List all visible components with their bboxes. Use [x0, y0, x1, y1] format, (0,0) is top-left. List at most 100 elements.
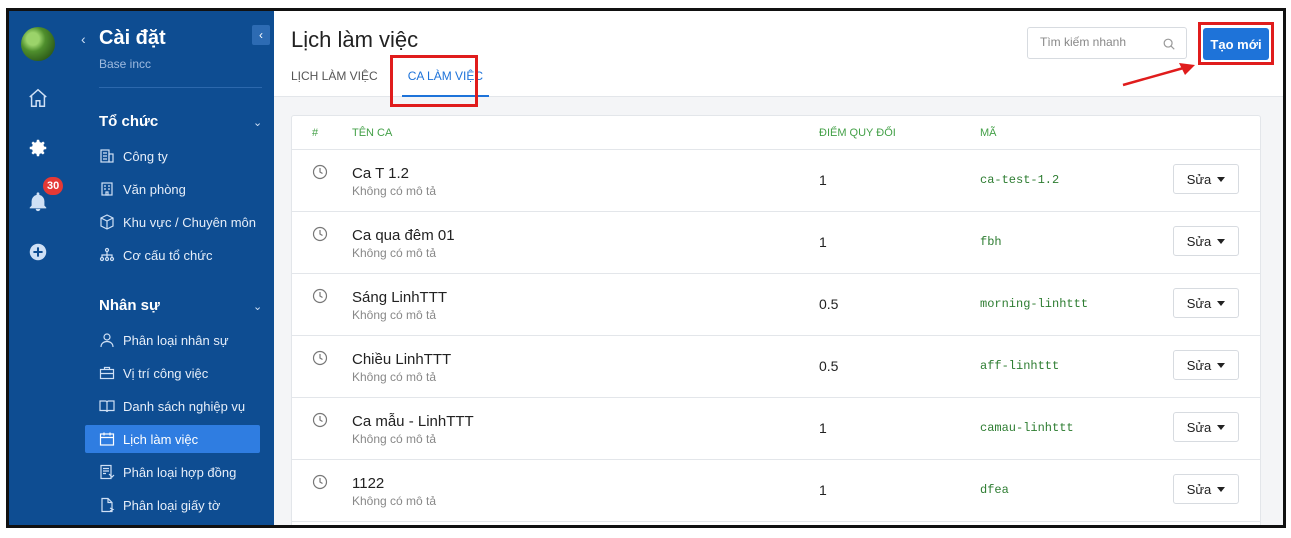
- shift-score: 1: [819, 172, 827, 188]
- bell-icon[interactable]: [27, 191, 49, 213]
- shift-description: Không có mô tả: [352, 370, 437, 384]
- edit-button[interactable]: Sửa: [1173, 226, 1239, 256]
- edit-label: Sửa: [1186, 357, 1212, 373]
- cube-icon: [100, 214, 114, 230]
- column-code: MÃ: [980, 127, 997, 139]
- table-row: Ca mẫu - LinhTTT Không có mô tả 1 camau-…: [292, 398, 1260, 460]
- shift-table: # TÊN CA ĐIỂM QUY ĐỔI MÃ Ca T 1.2 Không …: [291, 115, 1261, 525]
- user-icon: [100, 333, 114, 348]
- table-row: Sáng LinhTTT Không có mô tả 0.5 morning-…: [292, 274, 1260, 336]
- avatar[interactable]: [21, 27, 55, 61]
- caret-down-icon: [1217, 486, 1226, 492]
- clock-icon: [312, 164, 328, 180]
- shift-description: Không có mô tả: [352, 432, 437, 446]
- sidebar-item-label: Cơ cấu tổ chức: [123, 247, 213, 263]
- calendar-icon: [99, 432, 115, 446]
- sidebar-item-label: Lịch làm việc: [123, 431, 199, 447]
- table-row: 1122 Không có mô tả 1 dfea Sửa: [292, 460, 1260, 522]
- briefcase-icon: [99, 366, 115, 380]
- group-to-chuc-header[interactable]: Tổ chức: [99, 113, 158, 130]
- shift-name: Ca T 1.2: [352, 165, 409, 182]
- sidebar-item-label: Phân loại hợp đồng: [123, 464, 237, 480]
- shift-name: Ca mẫu - LinhTTT: [352, 413, 474, 430]
- shift-score: 0.5: [819, 358, 839, 374]
- column-name: TÊN CA: [352, 127, 393, 139]
- org-chart-icon: [99, 247, 115, 262]
- gear-icon[interactable]: [27, 137, 49, 159]
- chevron-down-icon[interactable]: ⌄: [253, 116, 262, 129]
- tab-lich-lam-viec[interactable]: LỊCH LÀM VIỆC: [291, 69, 378, 83]
- app-window: 30 ‹ Cài đặt Base incc ‹ Tổ chức ⌄ Công …: [6, 8, 1286, 528]
- add-circle-icon[interactable]: [27, 241, 49, 263]
- sidebar-item-giay-to[interactable]: Phân loại giấy tờ: [85, 491, 260, 519]
- shift-score: 1: [819, 482, 827, 498]
- sidebar-item-hop-dong[interactable]: Phân loại hợp đồng: [85, 458, 260, 486]
- edit-button[interactable]: Sửa: [1173, 164, 1239, 194]
- clock-icon: [312, 474, 328, 490]
- shift-name: Sáng LinhTTT: [352, 289, 448, 306]
- caret-down-icon: [1217, 362, 1226, 368]
- sidebar-item-label: Vị trí công việc: [123, 365, 209, 381]
- sidebar-item-label: Danh sách nghiệp vụ: [123, 398, 246, 414]
- edit-button[interactable]: Sửa: [1173, 350, 1239, 380]
- collapse-sidebar-button[interactable]: ‹: [252, 25, 270, 45]
- search-input[interactable]: [1040, 35, 1158, 49]
- sidebar-item-label: Văn phòng: [123, 181, 186, 197]
- sidebar-item-van-phong[interactable]: Văn phòng: [85, 175, 260, 203]
- document-icon: [101, 497, 115, 513]
- shift-code: camau-linhttt: [980, 421, 1074, 435]
- sidebar-item-nghiep-vu[interactable]: Danh sách nghiệp vụ: [85, 392, 260, 420]
- edit-button[interactable]: Sửa: [1173, 474, 1239, 504]
- caret-down-icon: [1217, 300, 1226, 306]
- shift-description: Không có mô tả: [352, 246, 437, 260]
- table-row: Chiều LinhTTT Không có mô tả 0.5 aff-lin…: [292, 336, 1260, 398]
- column-score: ĐIỂM QUY ĐỔI: [819, 127, 896, 139]
- shift-code: dfea: [980, 483, 1009, 497]
- shift-score: 0.5: [819, 296, 839, 312]
- clock-icon: [312, 350, 328, 366]
- sidebar-item-lich-lam-viec[interactable]: Lịch làm việc: [85, 425, 260, 453]
- chevron-down-icon[interactable]: ⌄: [253, 300, 262, 313]
- edit-label: Sửa: [1186, 481, 1212, 497]
- group-label: Nhân sự: [99, 297, 160, 314]
- home-icon[interactable]: [27, 87, 49, 109]
- shift-score: 1: [819, 420, 827, 436]
- shift-name: Ca qua đêm 01: [352, 227, 455, 244]
- sidebar-item-khu-vuc[interactable]: Khu vực / Chuyên môn: [85, 208, 260, 236]
- edit-label: Sửa: [1186, 295, 1212, 311]
- search-icon[interactable]: [1162, 37, 1176, 51]
- shift-code: morning-linhttt: [980, 297, 1089, 311]
- edit-button[interactable]: Sửa: [1173, 288, 1239, 318]
- sidebar-item-phan-loai-nhan-su[interactable]: Phân loại nhân sự: [85, 326, 260, 354]
- highlight-box-create: [1198, 22, 1274, 65]
- shift-description: Không có mô tả: [352, 308, 437, 322]
- caret-down-icon: [1217, 424, 1226, 430]
- edit-button[interactable]: Sửa: [1173, 412, 1239, 442]
- sidebar-item-label: Phân loại giấy tờ: [123, 497, 221, 513]
- column-index: #: [312, 127, 319, 139]
- icon-rail: 30: [9, 11, 81, 525]
- search-box: [1027, 27, 1187, 59]
- sidebar-title: Cài đặt: [99, 27, 166, 49]
- shift-code: aff-linhttt: [980, 359, 1060, 373]
- group-label: Tổ chức: [99, 113, 159, 130]
- main-content: Lịch làm việc LỊCH LÀM VIỆC CA LÀM VIỆC …: [274, 11, 1283, 525]
- back-icon[interactable]: ‹: [81, 31, 86, 47]
- clock-icon: [312, 288, 328, 304]
- sidebar-item-label: Công ty: [123, 148, 168, 164]
- sidebar-item-co-cau[interactable]: Cơ cấu tổ chức: [85, 241, 260, 269]
- sidebar-item-label: Khu vực / Chuyên môn: [123, 214, 256, 230]
- group-nhan-su-header[interactable]: Nhân sự: [99, 297, 160, 314]
- shift-description: Không có mô tả: [352, 494, 437, 508]
- shift-code: fbh: [980, 235, 1002, 249]
- sidebar-divider: [99, 87, 262, 88]
- edit-label: Sửa: [1186, 419, 1212, 435]
- edit-label: Sửa: [1186, 171, 1212, 187]
- book-icon: [99, 400, 115, 413]
- page-title: Lịch làm việc: [291, 27, 419, 52]
- notification-badge: 30: [43, 177, 64, 195]
- sidebar-item-vi-tri[interactable]: Vị trí công việc: [85, 359, 260, 387]
- office-icon: [101, 182, 113, 196]
- sidebar-item-cong-ty[interactable]: Công ty: [85, 142, 260, 170]
- shift-name: 1122: [352, 475, 385, 492]
